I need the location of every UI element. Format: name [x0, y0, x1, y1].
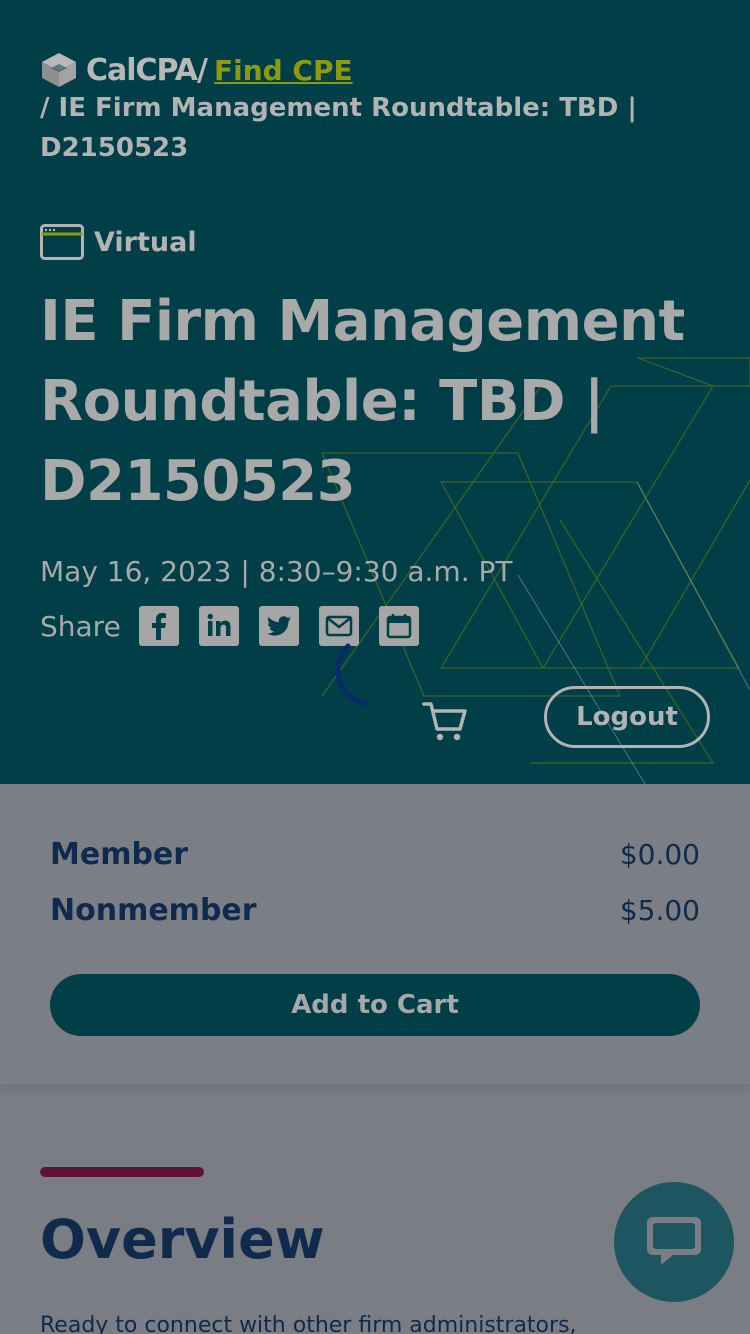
event-title: IE Firm Management Roundtable: TBD | D21…: [40, 289, 685, 514]
facebook-icon[interactable]: [138, 606, 179, 646]
calcpa-logo-icon: [42, 53, 76, 87]
price-label: Member: [50, 836, 189, 872]
logout-button[interactable]: Logout: [544, 686, 710, 748]
format-label: Virtual: [94, 226, 197, 258]
loading-spinner-icon: [335, 643, 371, 707]
cart-icon[interactable]: [420, 698, 468, 744]
price-row-nonmember: Nonmember $5.00: [50, 890, 700, 930]
breadcrumb-current: / IE Firm Management Roundtable: TBD | D…: [40, 93, 637, 163]
pricing-panel: Member $0.00 Nonmember $5.00 Add to Cart: [0, 784, 750, 1084]
section-accent-bar: [40, 1167, 204, 1177]
hero-banner: CalCPA / Find CPE / IE Firm Management R…: [0, 0, 750, 784]
price-value: $0.00: [619, 837, 700, 871]
brand-name[interactable]: CalCPA: [86, 53, 198, 88]
find-cpe-link[interactable]: Find CPE: [214, 54, 353, 87]
breadcrumb-separator: /: [197, 52, 208, 88]
event-format: Virtual: [40, 222, 197, 262]
event-date-time: May 16, 2023 | 8:30–9:30 a.m. PT: [40, 555, 513, 588]
price-value: $5.00: [619, 893, 700, 927]
twitter-icon[interactable]: [258, 606, 299, 646]
price-row-member: Member $0.00: [50, 834, 700, 874]
linkedin-icon[interactable]: [198, 606, 239, 646]
chat-button[interactable]: [614, 1182, 734, 1302]
breadcrumb-brand: CalCPA / Find CPE: [40, 50, 353, 90]
overview-heading: Overview: [40, 1208, 325, 1271]
share-label: Share: [40, 609, 121, 643]
price-label: Nonmember: [50, 892, 257, 928]
chat-bubble-icon: [647, 1217, 701, 1265]
browser-window-icon: [40, 224, 84, 260]
overview-intro: Ready to connect with other firm adminis…: [40, 1313, 577, 1334]
add-to-cart-button[interactable]: Add to Cart: [50, 974, 700, 1036]
